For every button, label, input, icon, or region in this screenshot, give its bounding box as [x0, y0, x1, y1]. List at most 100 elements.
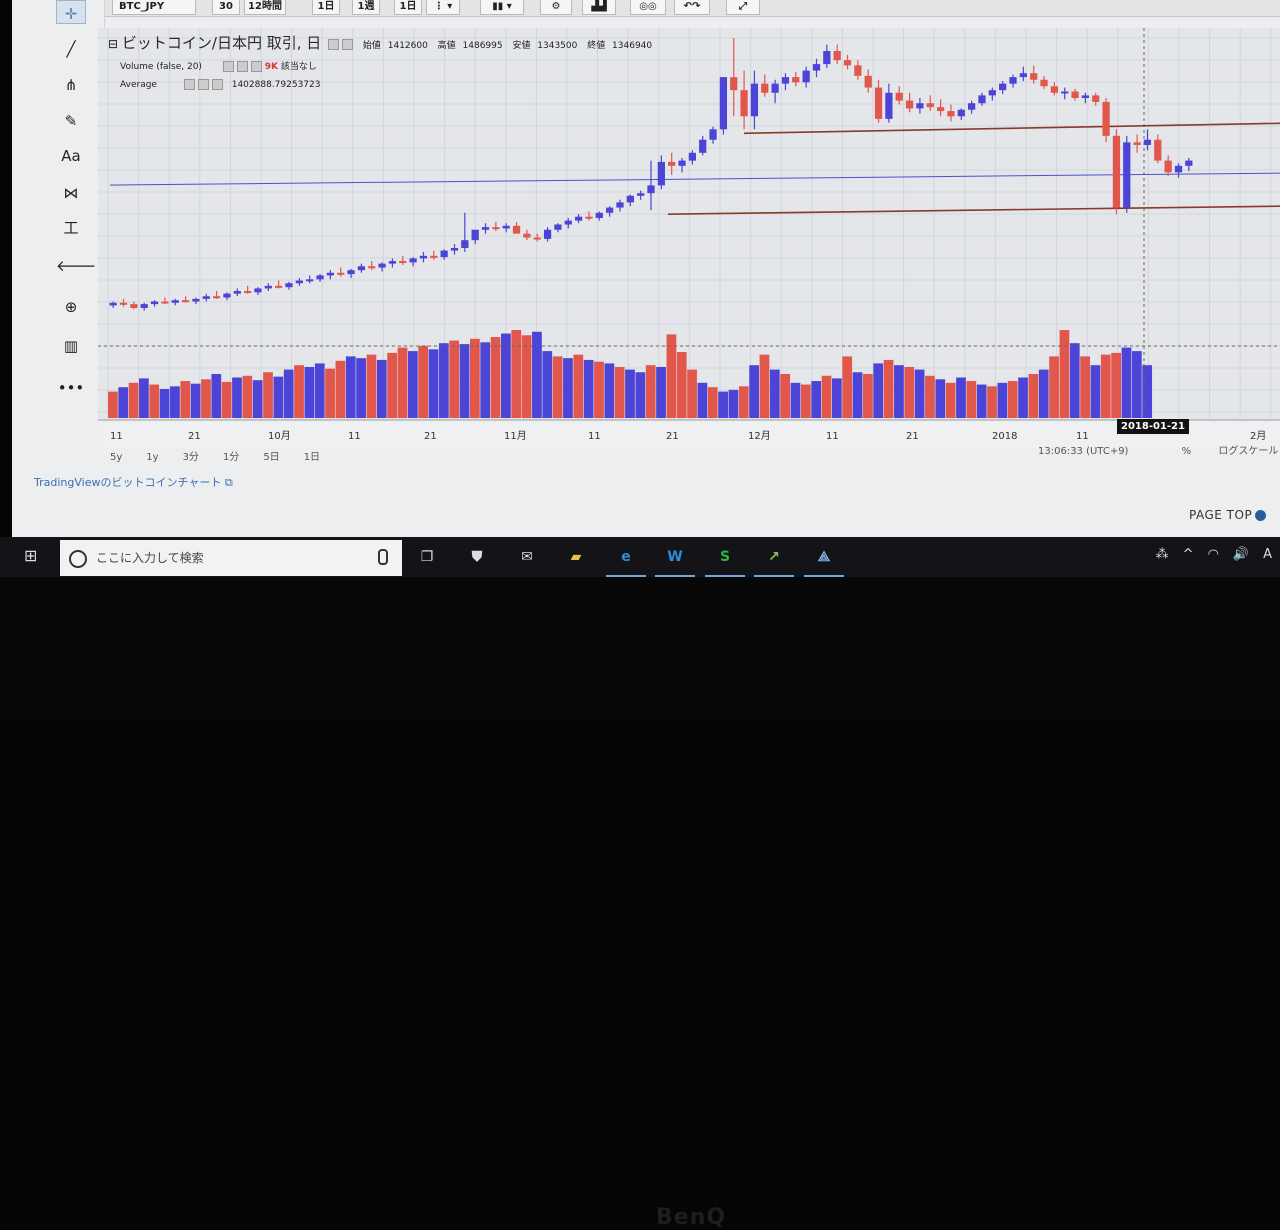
timeframe-2[interactable]: 3分	[183, 452, 199, 463]
chart-app-icon[interactable]: ↗	[754, 543, 794, 577]
candle-body	[264, 285, 272, 289]
crosshair-date-label: 2018-01-21	[1117, 419, 1189, 434]
volume-bar	[356, 358, 366, 418]
volume-bar	[139, 378, 149, 418]
ime-icon[interactable]: A	[1263, 547, 1272, 562]
cortana-circle-icon	[69, 550, 87, 568]
volume-bar	[594, 361, 604, 418]
candle-body	[968, 103, 976, 110]
spreadsheet-icon[interactable]: S	[705, 543, 745, 577]
volume-settings-icon[interactable]	[236, 61, 248, 72]
volume-bar	[811, 381, 822, 418]
interval-12h-button[interactable]: 12時間	[244, 0, 286, 15]
bars-icon[interactable]: ▥	[56, 333, 86, 359]
volume-bar	[666, 334, 677, 418]
zoom-icon[interactable]: ⊕	[56, 294, 86, 320]
candle-body	[895, 92, 903, 101]
wifi-icon[interactable]: ◠	[1208, 547, 1219, 562]
x-axis-tick-label: 11	[588, 431, 601, 442]
settings-icon[interactable]: ⚙	[540, 0, 572, 15]
writer-icon[interactable]: W	[655, 543, 695, 577]
interval-30-button[interactable]: 30	[212, 0, 240, 15]
average-visibility-icon[interactable]	[183, 79, 195, 90]
tray-chevron-icon[interactable]: ^	[1183, 547, 1194, 562]
volume-bar	[263, 372, 273, 418]
interval-custom-button[interactable]: 1日	[394, 0, 422, 15]
volume-bar	[180, 381, 191, 418]
indicators-icon[interactable]: ▟▟	[582, 0, 616, 15]
candle-body	[212, 296, 221, 299]
candle-body	[1030, 73, 1038, 80]
legend-settings-icon[interactable]	[342, 39, 354, 50]
taskbar-search-box[interactable]: ここに入力して検索	[60, 540, 402, 576]
measure-icon[interactable]: 工	[56, 215, 86, 241]
timeframe-0[interactable]: 5y	[110, 452, 122, 463]
volume-bar	[387, 352, 397, 418]
timeframe-5[interactable]: 1日	[304, 452, 320, 463]
microphone-icon[interactable]	[378, 549, 388, 565]
candle-body	[1019, 73, 1027, 78]
symbol-box[interactable]: BTC_JPY	[112, 0, 196, 15]
legend-title-row: ⊟ ビットコイン/日本円 取引, 日 始値 1412600 高値 1486995…	[108, 32, 652, 53]
crosshair-icon[interactable]: ✛	[56, 0, 86, 24]
mail-icon[interactable]: ✉	[507, 543, 547, 571]
volume-bar	[583, 359, 594, 418]
folder-icon[interactable]: ▰	[556, 543, 596, 571]
page-top-label[interactable]: PAGE TOP	[1189, 508, 1252, 522]
volume-bar	[273, 376, 284, 418]
average-value: 1402888.79253723	[231, 80, 321, 90]
edge-icon[interactable]: e	[606, 543, 646, 577]
chart-style-icon[interactable]: ▮▮ ▾	[480, 0, 524, 15]
candle-body	[843, 60, 852, 66]
volume-visibility-icon[interactable]	[222, 61, 234, 72]
fullscreen-icon[interactable]: ⤢	[726, 0, 760, 15]
interval-1w-button[interactable]: 1週	[352, 0, 380, 15]
volume-bar	[635, 372, 646, 418]
timeframe-1[interactable]: 1y	[146, 452, 158, 463]
timeframe-4[interactable]: 5日	[263, 452, 279, 463]
volume-close-icon[interactable]	[250, 61, 262, 72]
task-view-icon[interactable]: ❐	[407, 543, 447, 571]
tradingview-link-text[interactable]: TradingViewのビットコインチャート	[34, 476, 221, 489]
interval-1d-button[interactable]: 1日	[312, 0, 340, 15]
candle-body	[244, 291, 252, 294]
pitchfork-icon[interactable]: ⋔	[56, 72, 86, 98]
compare-icon[interactable]: ◎◎	[630, 0, 666, 15]
average-legend: Average 1402888.79253723	[120, 79, 320, 90]
windows-start-icon[interactable]: ⊞	[24, 547, 42, 565]
volume-bar	[987, 386, 997, 418]
more-icon[interactable]: •••	[56, 375, 86, 401]
timeframe-3[interactable]: 1分	[223, 452, 239, 463]
candle-body	[988, 90, 996, 96]
pattern-icon[interactable]: ⋈	[56, 180, 86, 206]
volume-bar	[1028, 374, 1039, 418]
price-chart[interactable]: 11 21 10月 11 21 11月 11 21 12月 11 21 2018 11 2月	[98, 28, 1280, 448]
people-icon[interactable]: ⁂	[1156, 547, 1169, 562]
collapse-icon[interactable]: ⊟	[108, 37, 118, 51]
interval-dropdown-icon[interactable]: ⋮ ▾	[426, 0, 460, 15]
tradingview-link[interactable]: TradingViewのビットコインチャート ⧉	[34, 474, 233, 490]
volume-bar	[542, 351, 553, 418]
page-top-button[interactable]: PAGE TOP	[1189, 508, 1267, 522]
network-app-icon[interactable]: ⟁	[804, 543, 844, 577]
average-settings-icon[interactable]	[197, 79, 209, 90]
volume-bar	[656, 366, 666, 418]
volume-bar	[1142, 365, 1153, 418]
brush-icon[interactable]: ✎	[56, 108, 86, 134]
volume-icon[interactable]: 🔊	[1233, 547, 1249, 562]
low-label: 安値	[512, 41, 531, 51]
store-icon[interactable]: ⛊	[457, 543, 497, 571]
high-label: 高値	[437, 41, 456, 51]
monitor-brand-logo: BenQ	[656, 1205, 727, 1230]
average-close-icon[interactable]	[211, 79, 223, 90]
candle-body	[885, 92, 893, 119]
candle-body	[1092, 95, 1100, 102]
percent-toggle[interactable]: %	[1182, 446, 1192, 457]
legend-visibility-icon[interactable]	[328, 39, 340, 50]
candle-body	[719, 77, 728, 130]
text-tool-icon[interactable]: Aa	[56, 143, 86, 169]
log-scale-toggle[interactable]: ログスケール	[1218, 446, 1278, 457]
trend-line-icon[interactable]: ╱	[56, 36, 86, 62]
undo-redo-icon[interactable]: ↶↷	[674, 0, 710, 15]
back-arrow-icon[interactable]: 🡐	[56, 253, 96, 279]
